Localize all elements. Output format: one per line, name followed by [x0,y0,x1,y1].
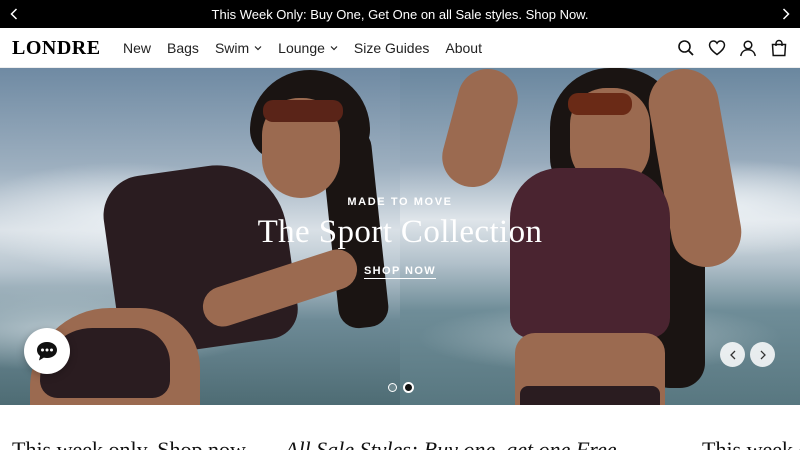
marquee-item[interactable]: This week only. Shop now [12,437,246,450]
search-icon[interactable] [677,39,695,57]
promo-marquee: This week only. Shop now All Sale Styles… [0,405,800,450]
chevron-down-icon [254,46,262,51]
marquee-item[interactable]: This week o [702,437,800,450]
figure-bottom [520,386,660,405]
chevron-right-icon[interactable] [772,0,800,28]
chat-bubble-icon [37,342,57,361]
chevron-down-icon [330,46,338,51]
main-nav: New Bags Swim Lounge Size Guides About [123,28,482,68]
slide-dots [388,382,414,393]
prev-slide-button[interactable] [720,342,745,367]
hero-headline: The Sport Collection [257,214,543,250]
nav-label: Bags [167,40,199,56]
nav-label: Lounge [278,40,325,56]
chevron-left-icon [729,350,735,359]
sunglasses [568,93,632,115]
site-header: LONDRE New Bags Swim Lounge Size Guides … [0,28,800,68]
brand-logo[interactable]: LONDRE [12,37,101,60]
next-slide-button[interactable] [750,342,775,367]
nav-item-about[interactable]: About [445,40,482,56]
hero-banner[interactable]: MADE TO MOVE The Sport Collection SHOP N… [0,68,800,405]
figure-arm [435,68,525,194]
slide-dot-2[interactable] [403,382,414,393]
announcement-bar: This Week Only: Buy One, Get One on all … [0,0,800,28]
nav-item-new[interactable]: New [123,40,151,56]
sunglasses [263,100,343,122]
hero-content: MADE TO MOVE The Sport Collection SHOP N… [0,196,800,279]
account-icon[interactable] [739,39,757,57]
chat-button[interactable] [24,328,70,374]
nav-label: Swim [214,40,250,56]
chevron-left-icon[interactable] [0,0,28,28]
shop-now-link[interactable]: SHOP NOW [363,265,437,279]
nav-label: About [445,40,482,56]
announcement-text[interactable]: This Week Only: Buy One, Get One on all … [212,7,589,22]
nav-item-bags[interactable]: Bags [167,40,199,56]
slide-dot-1[interactable] [388,383,397,392]
heart-icon[interactable] [708,39,726,57]
marquee-item[interactable]: All Sale Styles: Buy one, get one Free [285,437,617,450]
nav-item-size-guides[interactable]: Size Guides [354,40,429,56]
nav-item-swim[interactable]: Swim [215,40,262,56]
hero-eyebrow: MADE TO MOVE [347,196,453,208]
nav-label: New [123,40,152,56]
header-icons [677,28,788,68]
nav-label: Size Guides [353,40,430,56]
chevron-right-icon [760,350,766,359]
bag-icon[interactable] [770,39,788,57]
nav-item-lounge[interactable]: Lounge [278,40,338,56]
